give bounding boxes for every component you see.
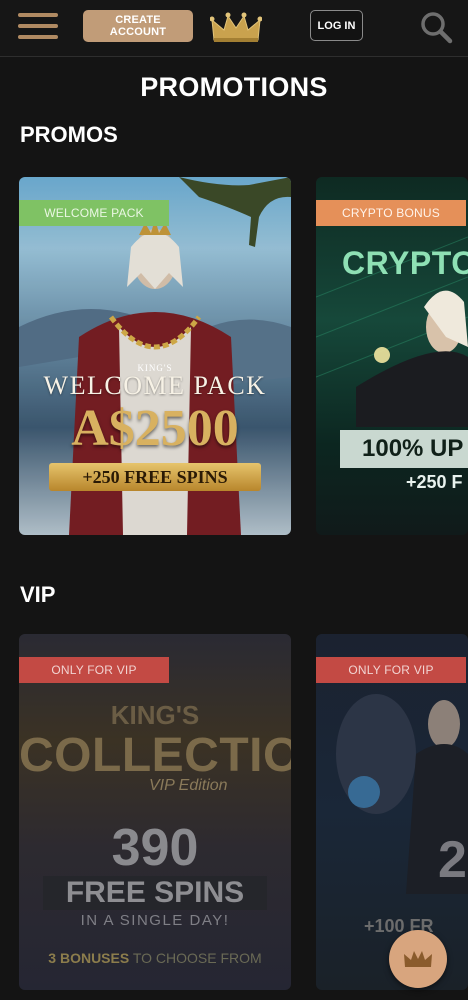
vip-spin-count: 2 [438, 831, 467, 889]
login-button[interactable]: LOG IN [310, 10, 363, 41]
vip-edition: VIP Edition [149, 777, 228, 794]
vip-tag: ONLY FOR VIP [19, 657, 169, 683]
hamburger-menu-icon[interactable] [18, 11, 58, 41]
crown-icon[interactable] [389, 930, 447, 988]
vip-headline: COLLECTION [19, 729, 291, 782]
menu-bar [18, 35, 58, 39]
promo-tag: WELCOME PACK [19, 200, 169, 226]
promo-spins: +250 F [406, 472, 463, 492]
promo-percent-banner: 100% UP [340, 430, 468, 468]
vip-section-title: VIP [20, 582, 56, 607]
promo-spins-banner: +250 FREE SPINS [49, 463, 261, 491]
promo-card-welcome-pack[interactable]: WELCOME PACK KING'S WELCOME PACK A$2500 … [19, 177, 291, 535]
promo-amount: A$2500 [71, 400, 239, 457]
promo-headline: CRYPTO W [342, 245, 468, 281]
vip-subtitle: KING'S [110, 700, 200, 730]
crown-logo-icon[interactable] [209, 10, 263, 44]
top-header: CREATE ACCOUNT LOG IN [0, 0, 468, 57]
vip-card-second[interactable]: ONLY FOR VIP 2 +100 FR [316, 634, 468, 990]
menu-bar [18, 13, 58, 17]
create-account-button[interactable]: CREATE ACCOUNT [83, 10, 193, 42]
vip-bonuses-rest: TO CHOOSE FROM [132, 950, 262, 966]
vip-bonuses-note: 3 BONUSES TO CHOOSE FROM [19, 950, 291, 966]
search-icon[interactable] [418, 9, 454, 45]
vip-card-kings-collection[interactable]: ONLY FOR VIP KING'S COLLECTION VIP Editi… [19, 634, 291, 990]
vip-bonuses-count: 3 BONUSES [48, 950, 130, 966]
menu-bar [18, 24, 58, 28]
promo-tag: CRYPTO BONUS [316, 200, 466, 226]
page-title: PROMOTIONS [140, 72, 328, 102]
vip-spin-count: 390 [111, 819, 199, 877]
vip-tag: ONLY FOR VIP [316, 657, 466, 683]
promos-section-title: PROMOS [20, 122, 118, 147]
vip-free-spins-banner: FREE SPINS [43, 876, 267, 910]
promo-card-crypto-bonus[interactable]: CRYPTO BONUS CRYPTO W 100% UP +250 F [316, 177, 468, 535]
vip-single-day: IN A SINGLE DAY! [80, 912, 230, 929]
promo-headline: WELCOME PACK [43, 371, 267, 400]
